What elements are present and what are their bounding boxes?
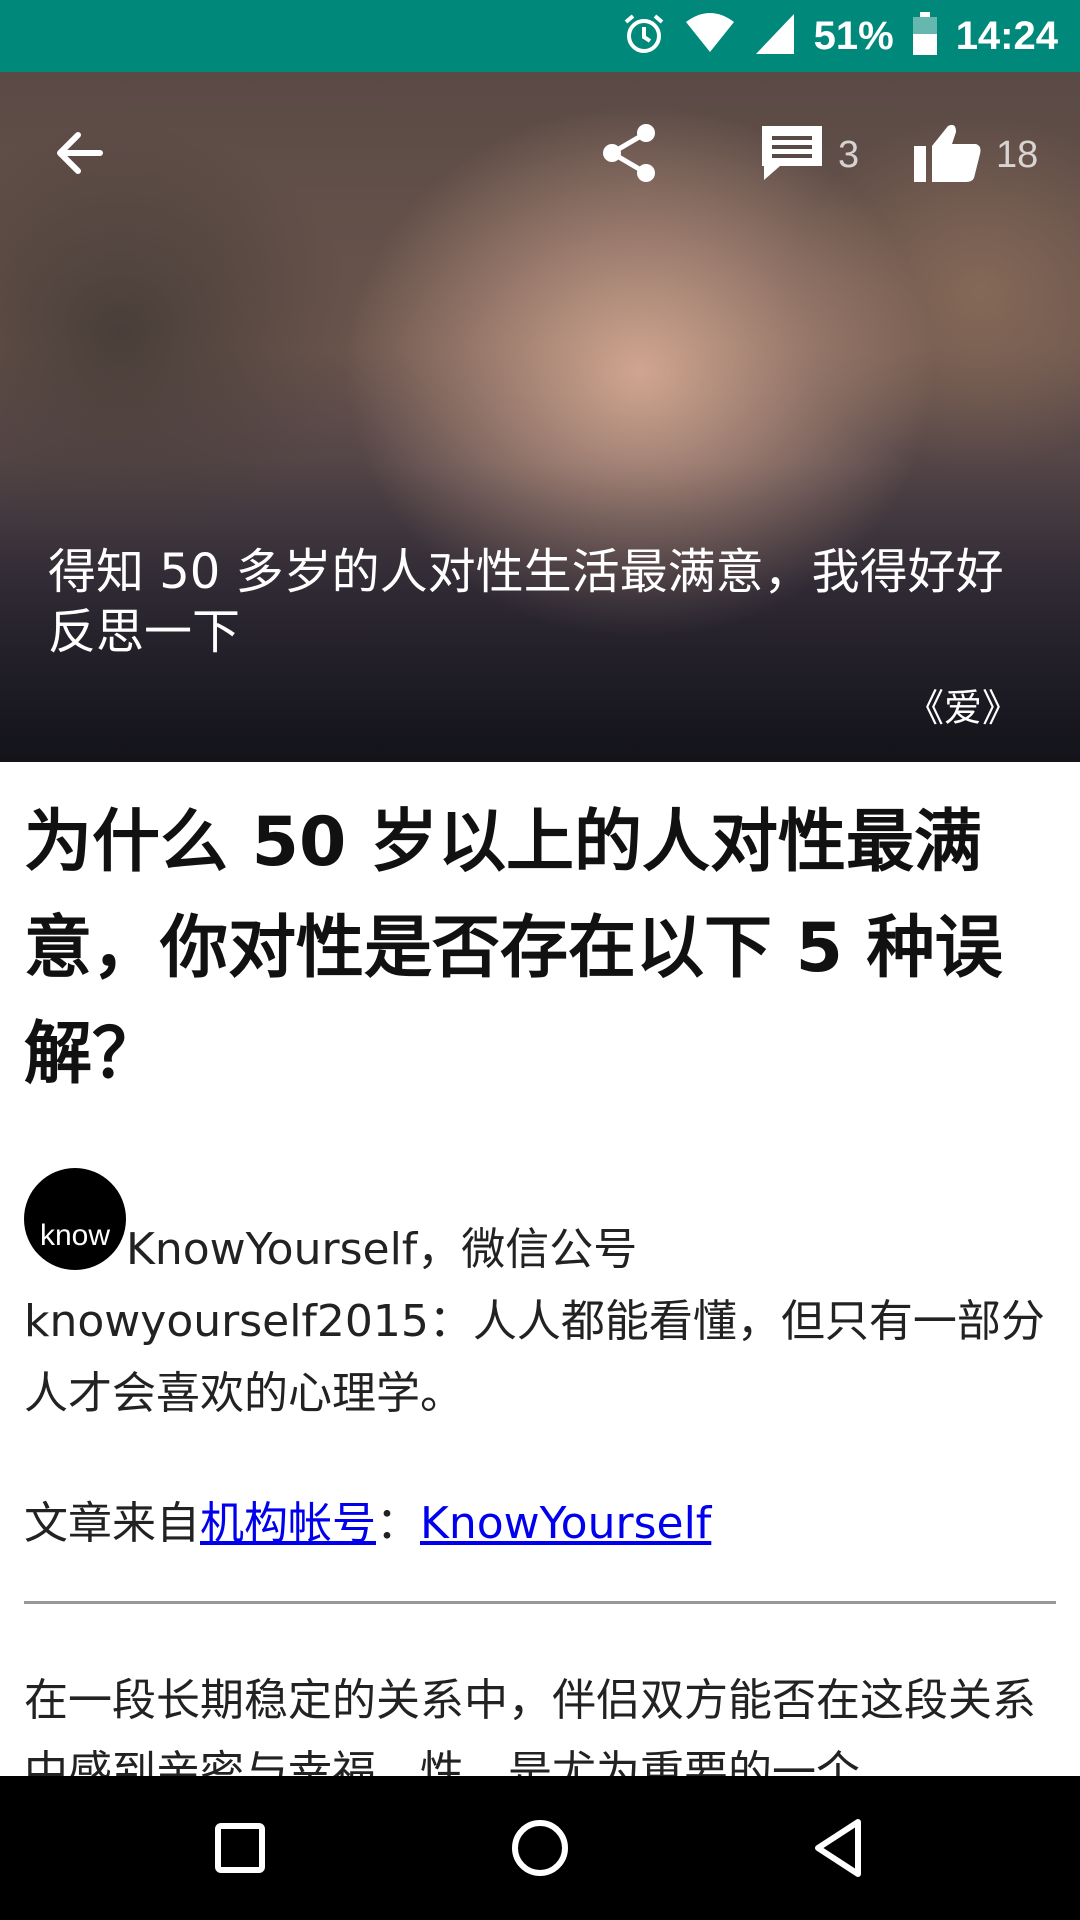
back-triangle-icon bbox=[804, 1819, 876, 1888]
home-button[interactable] bbox=[504, 1812, 576, 1884]
comment-button[interactable]: 3 bbox=[760, 110, 859, 200]
avatar[interactable]: know bbox=[24, 1168, 126, 1270]
signal-icon bbox=[754, 12, 796, 60]
status-bar: 51% 14:24 bbox=[0, 0, 1080, 72]
battery-icon bbox=[912, 12, 938, 60]
source-line: 文章来自机构帐号：KnowYourself bbox=[24, 1487, 711, 1551]
divider bbox=[24, 1601, 1056, 1604]
nav-back-button[interactable] bbox=[804, 1812, 876, 1884]
home-circle-icon bbox=[504, 1820, 576, 1888]
avatar-label: know bbox=[39, 1219, 111, 1252]
author-link[interactable]: KnowYourself bbox=[420, 1498, 711, 1549]
hero-caption: 得知 50 多岁的人对性生活最满意，我得好好反思一下 bbox=[48, 544, 1004, 660]
like-button[interactable]: 18 bbox=[912, 110, 1038, 200]
battery-percent: 51% bbox=[813, 13, 894, 58]
back-button[interactable] bbox=[50, 110, 110, 200]
clock: 14:24 bbox=[955, 13, 1058, 58]
recents-button[interactable] bbox=[204, 1812, 276, 1884]
source-prefix: 文章来自 bbox=[24, 1498, 200, 1549]
thumbs-up-icon bbox=[912, 122, 982, 188]
share-icon bbox=[600, 121, 660, 189]
hero-credit: 《爱》 bbox=[905, 686, 1020, 730]
like-count: 18 bbox=[996, 133, 1039, 176]
source-separator: ： bbox=[376, 1498, 420, 1549]
org-account-link[interactable]: 机构帐号 bbox=[200, 1498, 376, 1549]
author-description: KnowYourself，微信公号 knowyourself2015：人人都能看… bbox=[24, 1224, 1045, 1419]
alarm-icon bbox=[622, 12, 666, 60]
hero-image: 3 18 得知 50 多岁的人对性生活最满意，我得好好反思一下 《爱》 bbox=[0, 72, 1080, 762]
comment-count: 3 bbox=[838, 133, 860, 176]
comment-icon bbox=[760, 122, 824, 188]
article-toolbar: 3 18 bbox=[0, 72, 1080, 242]
share-button[interactable] bbox=[600, 110, 660, 200]
author-block: know KnowYourself，微信公号 knowyourself2015：人… bbox=[24, 1168, 1054, 1430]
navigation-bar bbox=[0, 1776, 1080, 1920]
back-arrow-icon bbox=[50, 123, 110, 187]
recents-square-icon bbox=[204, 1823, 276, 1888]
wifi-icon bbox=[684, 12, 736, 60]
article-title: 为什么 50 岁以上的人对性最满意，你对性是否存在以下 5 种误解？ bbox=[24, 803, 1003, 1094]
